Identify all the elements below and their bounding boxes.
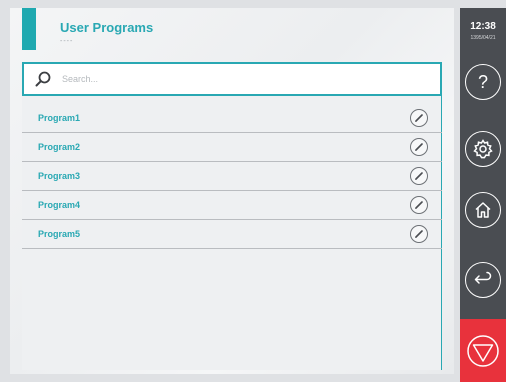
settings-button[interactable] — [465, 131, 501, 167]
header-accent-bar — [22, 8, 36, 50]
search-placeholder: Search... — [62, 74, 99, 84]
edit-program-button[interactable] — [410, 109, 428, 127]
program-row[interactable]: Program5 — [22, 220, 442, 249]
search-input[interactable]: Search... — [22, 62, 442, 96]
pencil-icon — [415, 201, 423, 209]
pencil-icon — [415, 172, 423, 180]
edit-program-button[interactable] — [410, 196, 428, 214]
program-row[interactable]: Program4 — [22, 191, 442, 220]
home-button[interactable] — [465, 192, 501, 228]
back-button[interactable] — [465, 262, 501, 298]
question-icon: ? — [477, 71, 488, 92]
search-icon — [32, 68, 54, 90]
home-icon — [475, 202, 491, 218]
page-subtitle: ---- — [60, 38, 74, 45]
help-button[interactable]: ? — [465, 64, 501, 100]
program-list: Program1 Program2 Program3 Program4 Prog… — [22, 104, 442, 249]
edit-program-button[interactable] — [410, 167, 428, 185]
program-name: Program2 — [38, 142, 81, 152]
program-row[interactable]: Program3 — [22, 162, 442, 191]
program-row[interactable]: Program1 — [22, 104, 442, 133]
main-area: User Programs ---- Search... Program1 Pr… — [10, 8, 454, 374]
gear-icon — [473, 139, 493, 159]
stop-button[interactable] — [460, 319, 506, 382]
edit-program-button[interactable] — [410, 138, 428, 156]
program-name: Program5 — [38, 229, 81, 239]
pencil-icon — [415, 114, 423, 122]
clock-date: 1395/04/21 — [470, 35, 496, 41]
status-clock: 12:38 1395/04/21 — [460, 8, 506, 54]
program-panel: Search... Program1 Program2 Program3 Pro… — [22, 62, 442, 370]
clock-time: 12:38 — [470, 21, 496, 32]
pencil-icon — [415, 230, 423, 238]
edit-program-button[interactable] — [410, 225, 428, 243]
back-arrow-icon — [474, 271, 492, 284]
program-name: Program4 — [38, 200, 81, 210]
pencil-icon — [415, 143, 423, 151]
program-row[interactable]: Program2 — [22, 133, 442, 162]
program-name: Program3 — [38, 171, 81, 181]
right-sidebar: 12:38 1395/04/21 ? — [460, 8, 506, 382]
page-title: User Programs — [60, 20, 154, 35]
stop-icon — [467, 334, 499, 367]
program-name: Program1 — [38, 113, 81, 123]
